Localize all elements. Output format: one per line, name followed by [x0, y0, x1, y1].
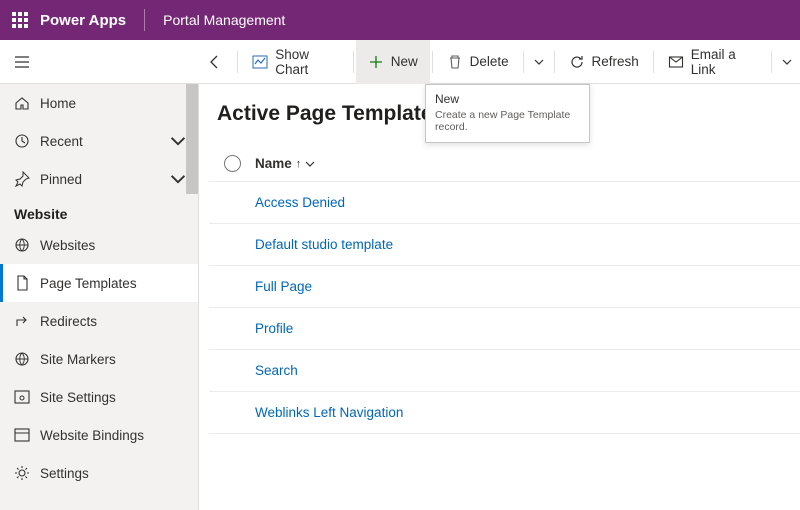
show-chart-button[interactable]: Show Chart	[240, 40, 351, 84]
sidebar-item-recent[interactable]: Recent	[0, 122, 198, 160]
plus-icon	[368, 54, 384, 70]
clock-icon	[14, 133, 30, 149]
main-area: Home Recent Pinned Website Websites Page…	[0, 84, 800, 510]
sort-asc-icon: ↑	[296, 158, 302, 170]
tooltip-desc: Create a new Page Template record.	[435, 109, 580, 133]
email-link-label: Email a Link	[691, 47, 757, 77]
app-name[interactable]: Power Apps	[40, 12, 144, 29]
select-all-toggle[interactable]	[209, 155, 255, 172]
home-icon	[14, 95, 30, 111]
sidebar-label: Website Bindings	[40, 428, 144, 443]
new-label: New	[391, 54, 418, 69]
app-header: Power Apps Portal Management	[0, 0, 800, 40]
waffle-icon	[12, 12, 28, 28]
separator	[353, 51, 354, 73]
record-link[interactable]: Default studio template	[209, 237, 393, 252]
sidebar-label: Pinned	[40, 172, 82, 187]
sidebar-group-website: Website	[0, 198, 198, 226]
sidebar-item-pinned[interactable]: Pinned	[0, 160, 198, 198]
sidebar: Home Recent Pinned Website Websites Page…	[0, 84, 199, 510]
table-header: Name ↑	[209, 146, 800, 182]
sidebar-label: Redirects	[40, 314, 97, 329]
tooltip: New Create a new Page Template record.	[425, 84, 590, 143]
record-link[interactable]: Profile	[209, 321, 293, 336]
table-row[interactable]: Full Page	[209, 266, 800, 308]
tooltip-title: New	[435, 92, 580, 106]
gear-icon	[14, 465, 30, 481]
email-link-dropdown-button[interactable]	[774, 40, 800, 84]
circle-icon	[224, 155, 241, 172]
table-row[interactable]: Access Denied	[209, 182, 800, 224]
separator	[237, 51, 238, 73]
sidebar-label: Recent	[40, 134, 83, 149]
hamburger-button[interactable]	[0, 40, 44, 84]
globe-icon	[14, 237, 30, 253]
sidebar-item-site-settings[interactable]: Site Settings	[0, 378, 198, 416]
delete-label: Delete	[470, 54, 509, 69]
sidebar-item-settings[interactable]: Settings	[0, 454, 198, 492]
back-button[interactable]	[195, 40, 235, 84]
chevron-down-icon	[534, 57, 544, 67]
delete-button[interactable]: Delete	[435, 40, 521, 84]
refresh-icon	[569, 54, 585, 70]
trash-icon	[447, 54, 463, 70]
sidebar-label: Websites	[40, 238, 95, 253]
separator	[771, 51, 772, 73]
separator	[432, 51, 433, 73]
email-link-button[interactable]: Email a Link	[656, 40, 769, 84]
app-launcher-button[interactable]	[0, 0, 40, 40]
command-bar: Show Chart New Delete Refresh Email a Li…	[0, 40, 800, 84]
settings-window-icon	[14, 389, 30, 405]
sidebar-item-websites[interactable]: Websites	[0, 226, 198, 264]
sidebar-item-home[interactable]: Home	[0, 84, 198, 122]
record-link[interactable]: Access Denied	[209, 195, 345, 210]
separator	[554, 51, 555, 73]
separator	[523, 51, 524, 73]
content-area: Active Page Templates Name ↑ Access Deni…	[199, 84, 800, 510]
chevron-down-icon	[782, 57, 792, 67]
separator	[653, 51, 654, 73]
chevron-down-icon	[170, 133, 186, 149]
sidebar-item-page-templates[interactable]: Page Templates	[0, 264, 198, 302]
mail-icon	[668, 54, 684, 70]
column-name-label: Name	[255, 156, 292, 171]
globe-icon	[14, 351, 30, 367]
column-header-name[interactable]: Name ↑	[255, 156, 315, 171]
sidebar-item-website-bindings[interactable]: Website Bindings	[0, 416, 198, 454]
redirect-icon	[14, 313, 30, 329]
show-chart-label: Show Chart	[275, 47, 339, 77]
arrow-left-icon	[207, 54, 223, 70]
sidebar-label: Page Templates	[40, 276, 137, 291]
table-row[interactable]: Search	[209, 350, 800, 392]
refresh-button[interactable]: Refresh	[557, 40, 651, 84]
table-row[interactable]: Profile	[209, 308, 800, 350]
sidebar-item-site-markers[interactable]: Site Markers	[0, 340, 198, 378]
new-button[interactable]: New	[356, 40, 430, 84]
chevron-down-icon	[305, 159, 315, 169]
hamburger-icon	[14, 54, 30, 70]
record-link[interactable]: Weblinks Left Navigation	[209, 405, 403, 420]
sidebar-label: Home	[40, 96, 76, 111]
table-row[interactable]: Weblinks Left Navigation	[209, 392, 800, 434]
scrollbar[interactable]	[186, 84, 198, 194]
chevron-down-icon	[170, 171, 186, 187]
chart-icon	[252, 54, 268, 70]
page-icon	[14, 275, 30, 291]
table-row[interactable]: Default studio template	[209, 224, 800, 266]
sidebar-label: Site Markers	[40, 352, 116, 367]
refresh-label: Refresh	[592, 54, 639, 69]
module-name: Portal Management	[145, 12, 285, 28]
sidebar-label: Site Settings	[40, 390, 116, 405]
record-link[interactable]: Full Page	[209, 279, 312, 294]
bindings-icon	[14, 427, 30, 443]
sidebar-label: Settings	[40, 466, 89, 481]
record-link[interactable]: Search	[209, 363, 298, 378]
pin-icon	[14, 171, 30, 187]
delete-dropdown-button[interactable]	[526, 40, 552, 84]
sidebar-item-redirects[interactable]: Redirects	[0, 302, 198, 340]
